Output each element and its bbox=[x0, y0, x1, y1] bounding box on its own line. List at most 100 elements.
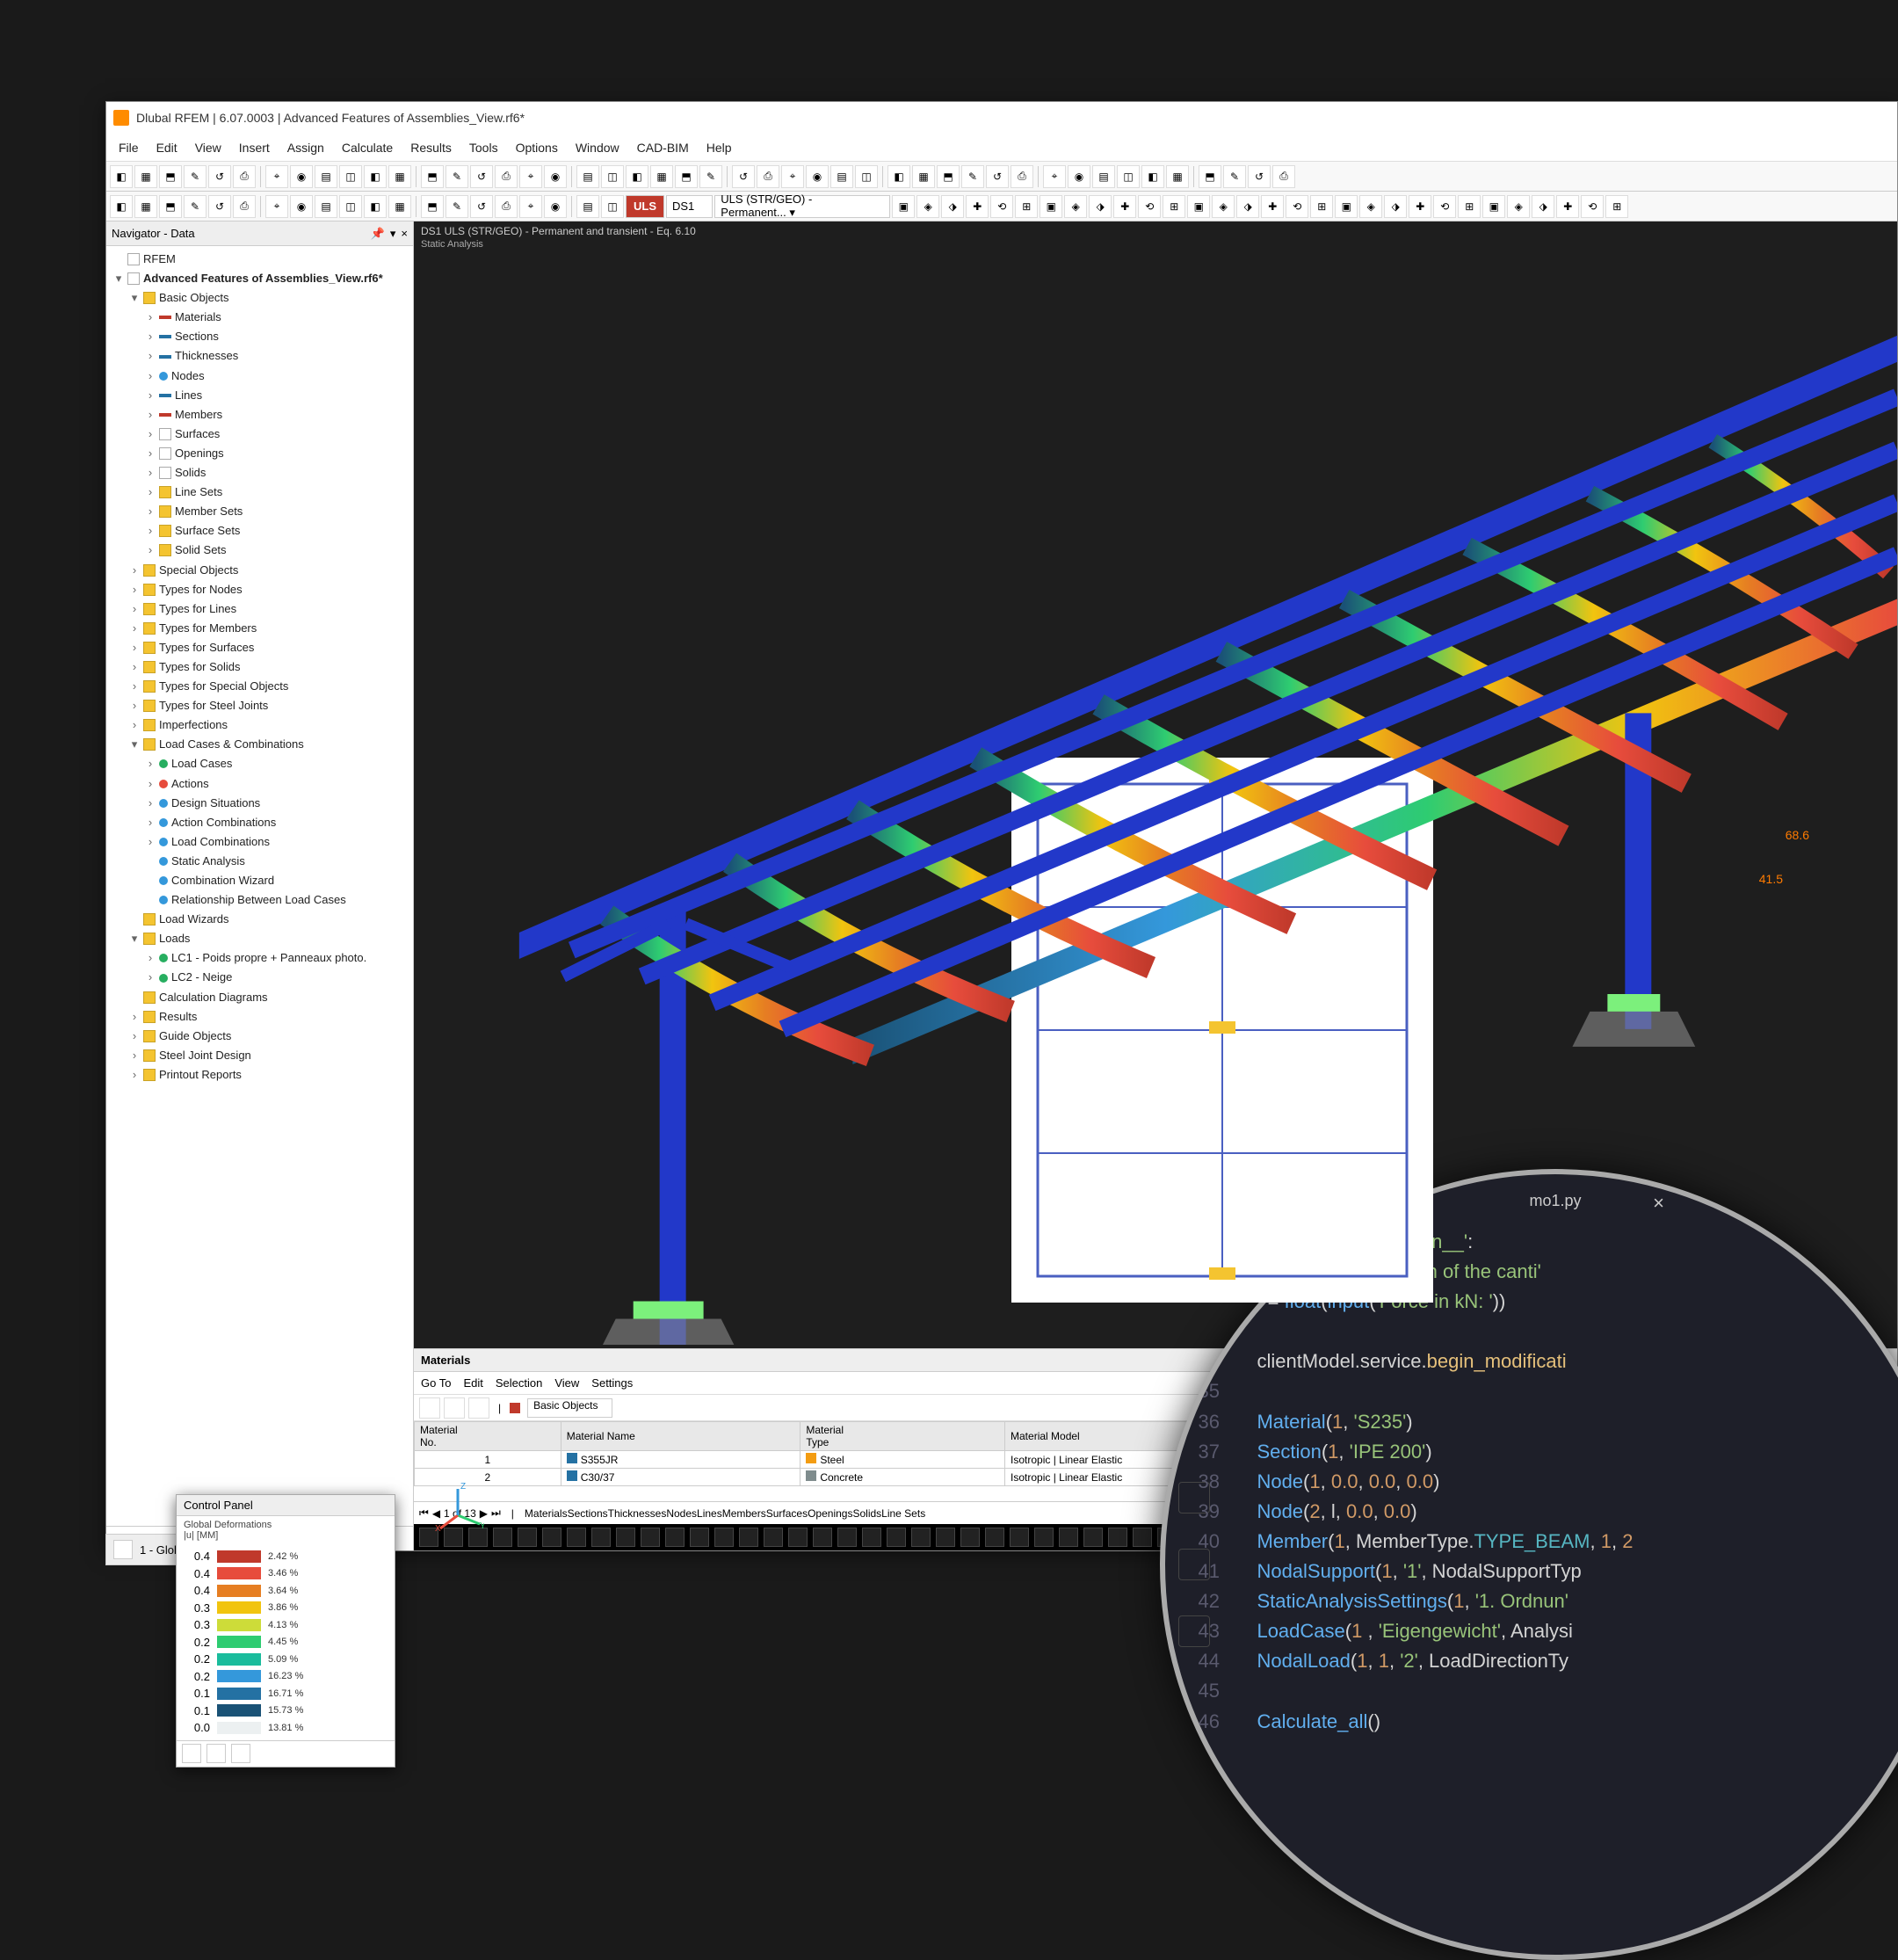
tool-btn[interactable] bbox=[419, 1397, 440, 1419]
toolbar-button[interactable]: ◈ bbox=[1507, 195, 1530, 218]
toolbar-button[interactable]: ◉ bbox=[1068, 165, 1090, 188]
element-type-icon[interactable] bbox=[690, 1528, 709, 1547]
element-type-icon[interactable] bbox=[862, 1528, 881, 1547]
toolbar-button[interactable]: ✚ bbox=[1113, 195, 1136, 218]
column-header[interactable]: MaterialNo. bbox=[415, 1422, 561, 1451]
toolbar-button[interactable]: ⊞ bbox=[1310, 195, 1333, 218]
table-menu-item[interactable]: Edit bbox=[463, 1376, 482, 1390]
toolbar-button[interactable]: ✚ bbox=[966, 195, 989, 218]
menu-window[interactable]: Window bbox=[567, 141, 628, 155]
tree-node[interactable]: ›Types for Surfaces bbox=[110, 638, 409, 657]
tree-node[interactable]: ›Types for Solids bbox=[110, 657, 409, 677]
menu-cad-bim[interactable]: CAD-BIM bbox=[628, 141, 698, 155]
toolbar-button[interactable]: ▤ bbox=[576, 165, 599, 188]
element-type-icon[interactable] bbox=[788, 1528, 808, 1547]
code-line[interactable]: 46 Calculate_all() bbox=[1192, 1707, 1898, 1737]
code-line[interactable]: 36 Material(1, 'S235') bbox=[1192, 1407, 1898, 1437]
element-type-icon[interactable] bbox=[493, 1528, 512, 1547]
tree-node[interactable]: ›Load Cases bbox=[110, 754, 409, 773]
tree-node[interactable]: ›Solids bbox=[110, 463, 409, 483]
table-tab[interactable]: Members bbox=[722, 1507, 766, 1520]
toolbar-button[interactable]: ◫ bbox=[1117, 165, 1140, 188]
element-type-icon[interactable] bbox=[616, 1528, 635, 1547]
legend-btn[interactable] bbox=[206, 1744, 226, 1763]
toolbar-button[interactable]: ▦ bbox=[912, 165, 935, 188]
toolbar-button[interactable]: ⎙ bbox=[1272, 165, 1295, 188]
toolbar-button[interactable]: ⬒ bbox=[937, 165, 960, 188]
toolbar-button[interactable]: ⎙ bbox=[233, 195, 256, 218]
navigator-tree[interactable]: RFEM▾Advanced Features of Assemblies_Vie… bbox=[106, 246, 413, 1526]
code-line[interactable]: 37 Section(1, 'IPE 200') bbox=[1192, 1437, 1898, 1467]
element-type-icon[interactable] bbox=[764, 1528, 783, 1547]
tree-node[interactable]: ›Types for Nodes bbox=[110, 580, 409, 599]
tree-node[interactable]: ›Special Objects bbox=[110, 561, 409, 580]
menu-help[interactable]: Help bbox=[698, 141, 741, 155]
tree-node[interactable]: ›Members bbox=[110, 405, 409, 425]
element-type-icon[interactable] bbox=[1083, 1528, 1103, 1547]
tree-node[interactable]: ›Openings bbox=[110, 444, 409, 463]
toolbar-button[interactable]: ◫ bbox=[601, 165, 624, 188]
tree-node[interactable]: ›Materials bbox=[110, 308, 409, 327]
tree-node[interactable]: ›Lines bbox=[110, 386, 409, 405]
tree-node[interactable]: ›Printout Reports bbox=[110, 1065, 409, 1085]
tree-node[interactable]: ▾Load Cases & Combinations bbox=[110, 735, 409, 754]
toolbar-button[interactable]: ✎ bbox=[1223, 165, 1246, 188]
table-tab[interactable]: Nodes bbox=[666, 1507, 697, 1520]
toolbar-button[interactable]: ▤ bbox=[830, 165, 853, 188]
toolbar-button[interactable]: ✎ bbox=[699, 165, 722, 188]
toolbar-button[interactable]: ◉ bbox=[290, 195, 313, 218]
tree-node[interactable]: ›Actions bbox=[110, 774, 409, 794]
table-tab[interactable]: Lines bbox=[697, 1507, 722, 1520]
toolbar-button[interactable]: ▤ bbox=[576, 195, 599, 218]
element-type-icon[interactable] bbox=[1133, 1528, 1152, 1547]
toolbar-button[interactable]: ▦ bbox=[1166, 165, 1189, 188]
menu-assign[interactable]: Assign bbox=[279, 141, 333, 155]
close-icon[interactable]: × bbox=[401, 227, 408, 241]
toolbar-button[interactable]: ⊞ bbox=[1458, 195, 1481, 218]
tree-node[interactable]: ›Action Combinations bbox=[110, 813, 409, 832]
table-tab[interactable]: Solids bbox=[852, 1507, 881, 1520]
menu-file[interactable]: File bbox=[110, 141, 148, 155]
toolbar-button[interactable]: ◧ bbox=[1141, 165, 1164, 188]
toolbar-button[interactable]: ⟲ bbox=[1286, 195, 1308, 218]
tree-node[interactable]: ›Results bbox=[110, 1007, 409, 1027]
design-situation-combo[interactable]: DS1 bbox=[666, 195, 713, 218]
toolbar-button[interactable]: ◉ bbox=[806, 165, 829, 188]
tree-node[interactable]: ›LC1 - Poids propre + Panneaux photo. bbox=[110, 948, 409, 968]
toolbar-button[interactable]: ▦ bbox=[388, 195, 411, 218]
tree-node[interactable]: ›Guide Objects bbox=[110, 1027, 409, 1046]
toolbar-button[interactable]: ⎙ bbox=[495, 195, 518, 218]
toolbar-button[interactable]: ⌖ bbox=[265, 165, 288, 188]
tree-node[interactable]: Calculation Diagrams bbox=[110, 988, 409, 1007]
toolbar-button[interactable]: ▤ bbox=[1092, 165, 1115, 188]
tree-node[interactable]: ›Sections bbox=[110, 327, 409, 346]
table-tab[interactable]: Surfaces bbox=[766, 1507, 808, 1520]
toolbar-button[interactable]: ▤ bbox=[315, 195, 337, 218]
toolbar-button[interactable]: ⟲ bbox=[1433, 195, 1456, 218]
element-type-icon[interactable] bbox=[837, 1528, 857, 1547]
element-type-icon[interactable] bbox=[542, 1528, 561, 1547]
toolbar-button[interactable]: ↺ bbox=[208, 165, 231, 188]
tree-node[interactable]: ›Surfaces bbox=[110, 425, 409, 444]
table-menu-item[interactable]: Settings bbox=[591, 1376, 633, 1390]
element-type-icon[interactable] bbox=[1108, 1528, 1127, 1547]
toolbar-button[interactable]: ⌖ bbox=[265, 195, 288, 218]
toolbar-button[interactable]: ▤ bbox=[315, 165, 337, 188]
element-type-icon[interactable] bbox=[518, 1528, 537, 1547]
tree-node[interactable]: ›Solid Sets bbox=[110, 541, 409, 560]
table-tab[interactable]: Line Sets bbox=[881, 1507, 925, 1520]
element-type-icon[interactable] bbox=[985, 1528, 1004, 1547]
toolbar-button[interactable]: ⬗ bbox=[1384, 195, 1407, 218]
element-type-icon[interactable] bbox=[1059, 1528, 1078, 1547]
toolbar-button[interactable]: ⟲ bbox=[1581, 195, 1604, 218]
code-line[interactable]: 35 bbox=[1192, 1376, 1898, 1406]
code-line[interactable]: 42 StaticAnalysisSettings(1, '1. Ordnun' bbox=[1192, 1586, 1898, 1616]
toolbar-button[interactable]: ⬗ bbox=[1532, 195, 1554, 218]
toolbar-button[interactable]: ⎙ bbox=[495, 165, 518, 188]
code-line[interactable]: 43 LoadCase(1 , 'Eigengewicht', Analysi bbox=[1192, 1616, 1898, 1646]
toolbar-button[interactable]: ⌖ bbox=[1043, 165, 1066, 188]
legend-btn[interactable] bbox=[231, 1744, 250, 1763]
toolbar-button[interactable]: ⬗ bbox=[1089, 195, 1112, 218]
toolbar-button[interactable]: ✎ bbox=[446, 165, 468, 188]
toolbar-button[interactable]: ✚ bbox=[1409, 195, 1431, 218]
